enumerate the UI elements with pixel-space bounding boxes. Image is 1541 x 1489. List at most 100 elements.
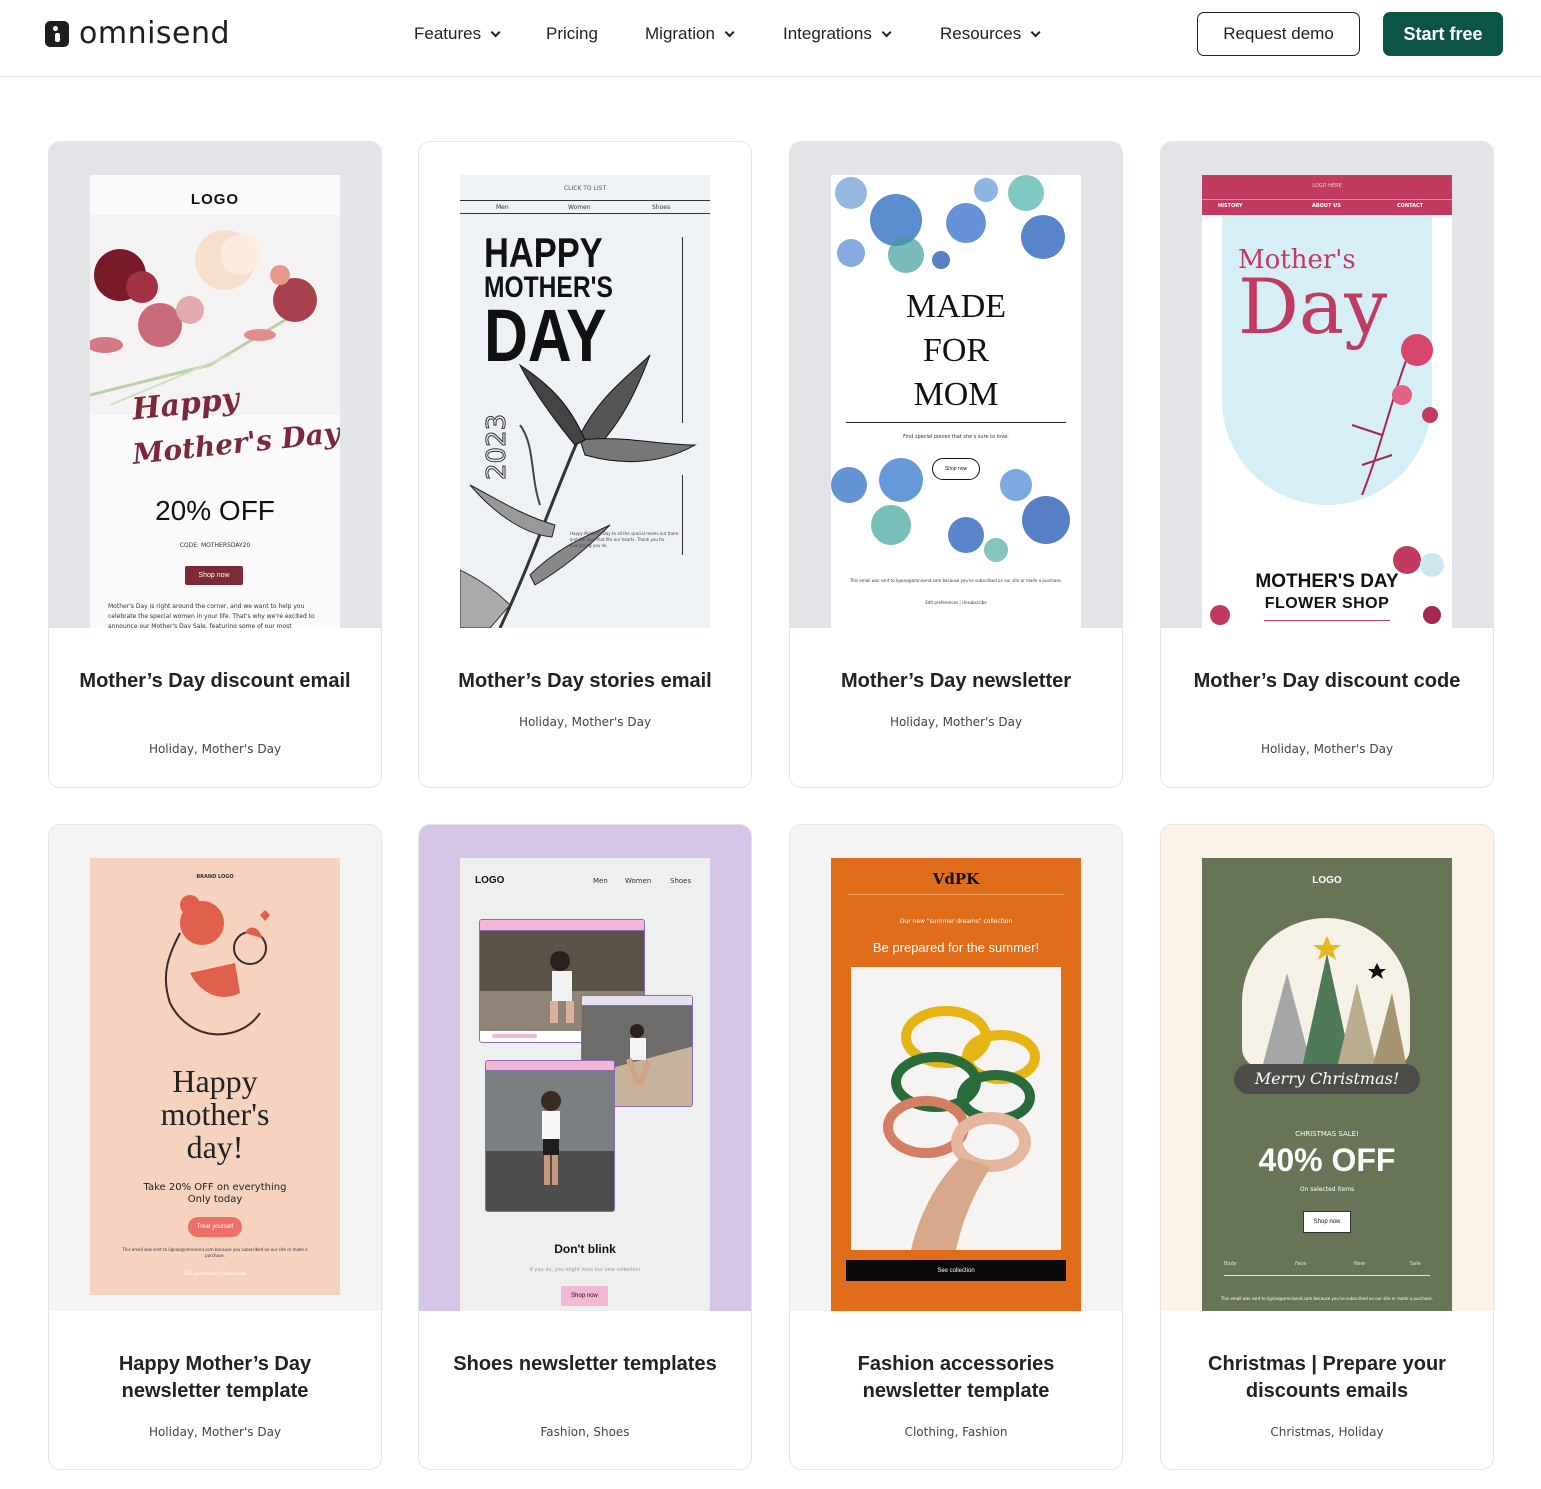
email-cta-button: Treat yourself [188, 1217, 242, 1237]
email-headline-1: Happy [172, 1063, 258, 1099]
omnisend-logo-icon [45, 20, 69, 47]
card-tags: Holiday, Mother's Day [1260, 742, 1394, 756]
template-card-christmas-discounts[interactable]: LOGO Merry Christmas! CHRISTMAS SALE! 40… [1160, 824, 1494, 1470]
card-tags: Holiday, Mother's Day [148, 1425, 282, 1439]
template-preview: LOGO Men Women Shoes Don't blink If you … [419, 825, 751, 1311]
email-headline-1: MADE [905, 288, 1007, 325]
email-thumbnail: VdPK Our new "summer dreams" collection … [831, 858, 1081, 1311]
email-logo: LOGO [1312, 875, 1342, 886]
email-menu-item: New [1354, 1261, 1365, 1267]
email-shop-button: Shop now [561, 1286, 608, 1306]
christmas-trees-illustration [1262, 936, 1407, 1068]
email-menu-item: ABOUT US [1312, 203, 1341, 209]
divider [1202, 199, 1452, 200]
divider [1264, 620, 1390, 621]
nav-integrations[interactable]: Integrations [783, 24, 892, 44]
template-card-mothers-day-newsletter[interactable]: MADE FOR MOM Find special pieces that sh… [789, 141, 1123, 788]
card-tags: Christmas, Holiday [1270, 1425, 1384, 1439]
email-header-bar: LOGO HERE HISTORY ABOUT US CONTACT [1202, 175, 1452, 215]
card-title: Mother’s Day stories email [458, 670, 712, 692]
template-card-happy-mothers-day-newsletter[interactable]: BRAND LOGO Happy mother's day! Take 20% … [48, 824, 382, 1470]
request-demo-button[interactable]: Request demo [1197, 12, 1360, 56]
card-tags: Clothing, Fashion [904, 1425, 1008, 1439]
template-card-mothers-day-discount-code[interactable]: LOGO HERE HISTORY ABOUT US CONTACT Mothe… [1160, 141, 1494, 788]
brand-logo[interactable]: omnisend [45, 16, 230, 51]
card-title: Happy Mother’s Day newsletter template [118, 1353, 312, 1402]
email-offer-2: Only today [187, 1194, 243, 1205]
email-shop-title: MOTHER'S DAY [1255, 571, 1399, 592]
email-menu-item: Body [1224, 1261, 1237, 1267]
email-script-banner: Merry Christmas! [1234, 1064, 1420, 1094]
email-offer: Take 20% OFF on everything [143, 1182, 287, 1193]
email-logo: BRAND LOGO [196, 874, 234, 880]
email-menu-item: Men [593, 877, 608, 885]
email-footer-links: Edit preferences | Unsubscribe [184, 1271, 246, 1276]
email-year: 2023 [482, 413, 513, 480]
email-cta-button: See collection [846, 1260, 1066, 1281]
card-title: Mother’s Day discount email [79, 670, 351, 692]
template-preview: LOGO Merry Christmas! CHRISTMAS SALE! 40… [1161, 825, 1493, 1311]
mother-child-illustration [164, 895, 270, 1036]
email-logo: LOGO [475, 875, 505, 886]
email-menu-item: HISTORY [1218, 203, 1243, 209]
email-shop-subtitle: FLOWER SHOP [1264, 595, 1390, 612]
email-menu-item: Women [625, 877, 652, 885]
email-kicker: CHRISTMAS SALE! [1295, 1130, 1359, 1138]
email-menu-item: Sale [1410, 1261, 1421, 1267]
email-footer: This email was sent to lignas@omnisend.c… [122, 1247, 308, 1258]
email-subtext: If you do, you might miss our new collec… [529, 1267, 641, 1273]
template-preview: VdPK Our new "summer dreams" collection … [790, 825, 1122, 1311]
card-tags: Holiday, Mother's Day [148, 742, 282, 756]
model-photo [486, 1071, 614, 1211]
divider [848, 894, 1064, 895]
pink-flower-image [1351, 334, 1438, 495]
lily-flower-image [460, 354, 697, 628]
email-thumbnail: LOGO HERE HISTORY ABOUT US CONTACT Mothe… [1202, 175, 1452, 628]
start-free-button[interactable]: Start free [1383, 12, 1503, 56]
email-thumbnail: LOGO Merry Christmas! CHRISTMAS SALE! 40… [1202, 858, 1452, 1311]
template-preview: MADE FOR MOM Find special pieces that sh… [790, 142, 1122, 628]
email-thumbnail: BRAND LOGO Happy mother's day! Take 20% … [90, 858, 340, 1295]
template-card-mothers-day-discount-email[interactable]: LOGO Happy Mother's Day 20% OFF CODE: MO… [48, 141, 382, 788]
nav-migration-label: Migration [645, 24, 715, 43]
email-offer: 20% OFF [155, 495, 275, 526]
email-note: Happy Mother's Day to all the special mo… [570, 531, 679, 548]
nav-pricing[interactable]: Pricing [546, 24, 598, 44]
template-card-shoes-newsletter[interactable]: LOGO Men Women Shoes Don't blink If you … [418, 824, 752, 1470]
divider [846, 422, 1066, 423]
nav-integrations-label: Integrations [783, 24, 872, 43]
card-title: Mother’s Day discount code [1193, 670, 1461, 692]
template-preview: LOGO Happy Mother's Day 20% OFF CODE: MO… [49, 142, 381, 628]
email-thumbnail: LOGO Happy Mother's Day 20% OFF CODE: MO… [90, 175, 340, 628]
email-shop-button: Shop now [185, 566, 243, 585]
template-card-mothers-day-stories-email[interactable]: CLICK TO LIST Men Women Shoes HAPPY MOTH… [418, 141, 752, 788]
nav-resources[interactable]: Resources [940, 24, 1041, 44]
email-offer: 40% OFF [1258, 1142, 1396, 1178]
card-tags: Holiday, Mother's Day [889, 715, 1023, 729]
email-shop-button: Shop now [1303, 1211, 1351, 1233]
email-headline-3: day! [186, 1129, 244, 1165]
email-subtext: On selected items [1299, 1186, 1355, 1193]
template-preview: LOGO HERE HISTORY ABOUT US CONTACT Mothe… [1161, 142, 1493, 628]
template-preview: BRAND LOGO Happy mother's day! Take 20% … [49, 825, 381, 1311]
card-title: Christmas | Prepare your discounts email… [1208, 1353, 1446, 1402]
template-preview: CLICK TO LIST Men Women Shoes HAPPY MOTH… [419, 142, 751, 628]
email-menu-item: Face [1295, 1261, 1307, 1267]
nav-features[interactable]: Features [414, 24, 501, 44]
chevron-down-icon [1030, 26, 1041, 37]
chevron-down-icon [724, 26, 735, 37]
template-card-fashion-accessories-newsletter[interactable]: VdPK Our new "summer dreams" collection … [789, 824, 1123, 1470]
email-top-text: CLICK TO LIST [563, 185, 607, 192]
nav-migration[interactable]: Migration [645, 24, 735, 44]
card-tags: Holiday, Mother's Day [518, 715, 652, 729]
nav-resources-label: Resources [940, 24, 1022, 43]
email-top-text: LOGO HERE [1312, 183, 1342, 189]
email-shop-button: Shop now [932, 458, 980, 480]
email-brand: VdPK [932, 870, 980, 888]
chevron-down-icon [490, 26, 501, 37]
nav-pricing-label: Pricing [546, 24, 598, 43]
email-kicker: Our new "summer dreams" collection [899, 918, 1013, 925]
sunglasses-photo [851, 967, 1061, 1250]
email-headline: Be prepared for the summer! [872, 940, 1040, 955]
photo-window [485, 1060, 615, 1212]
